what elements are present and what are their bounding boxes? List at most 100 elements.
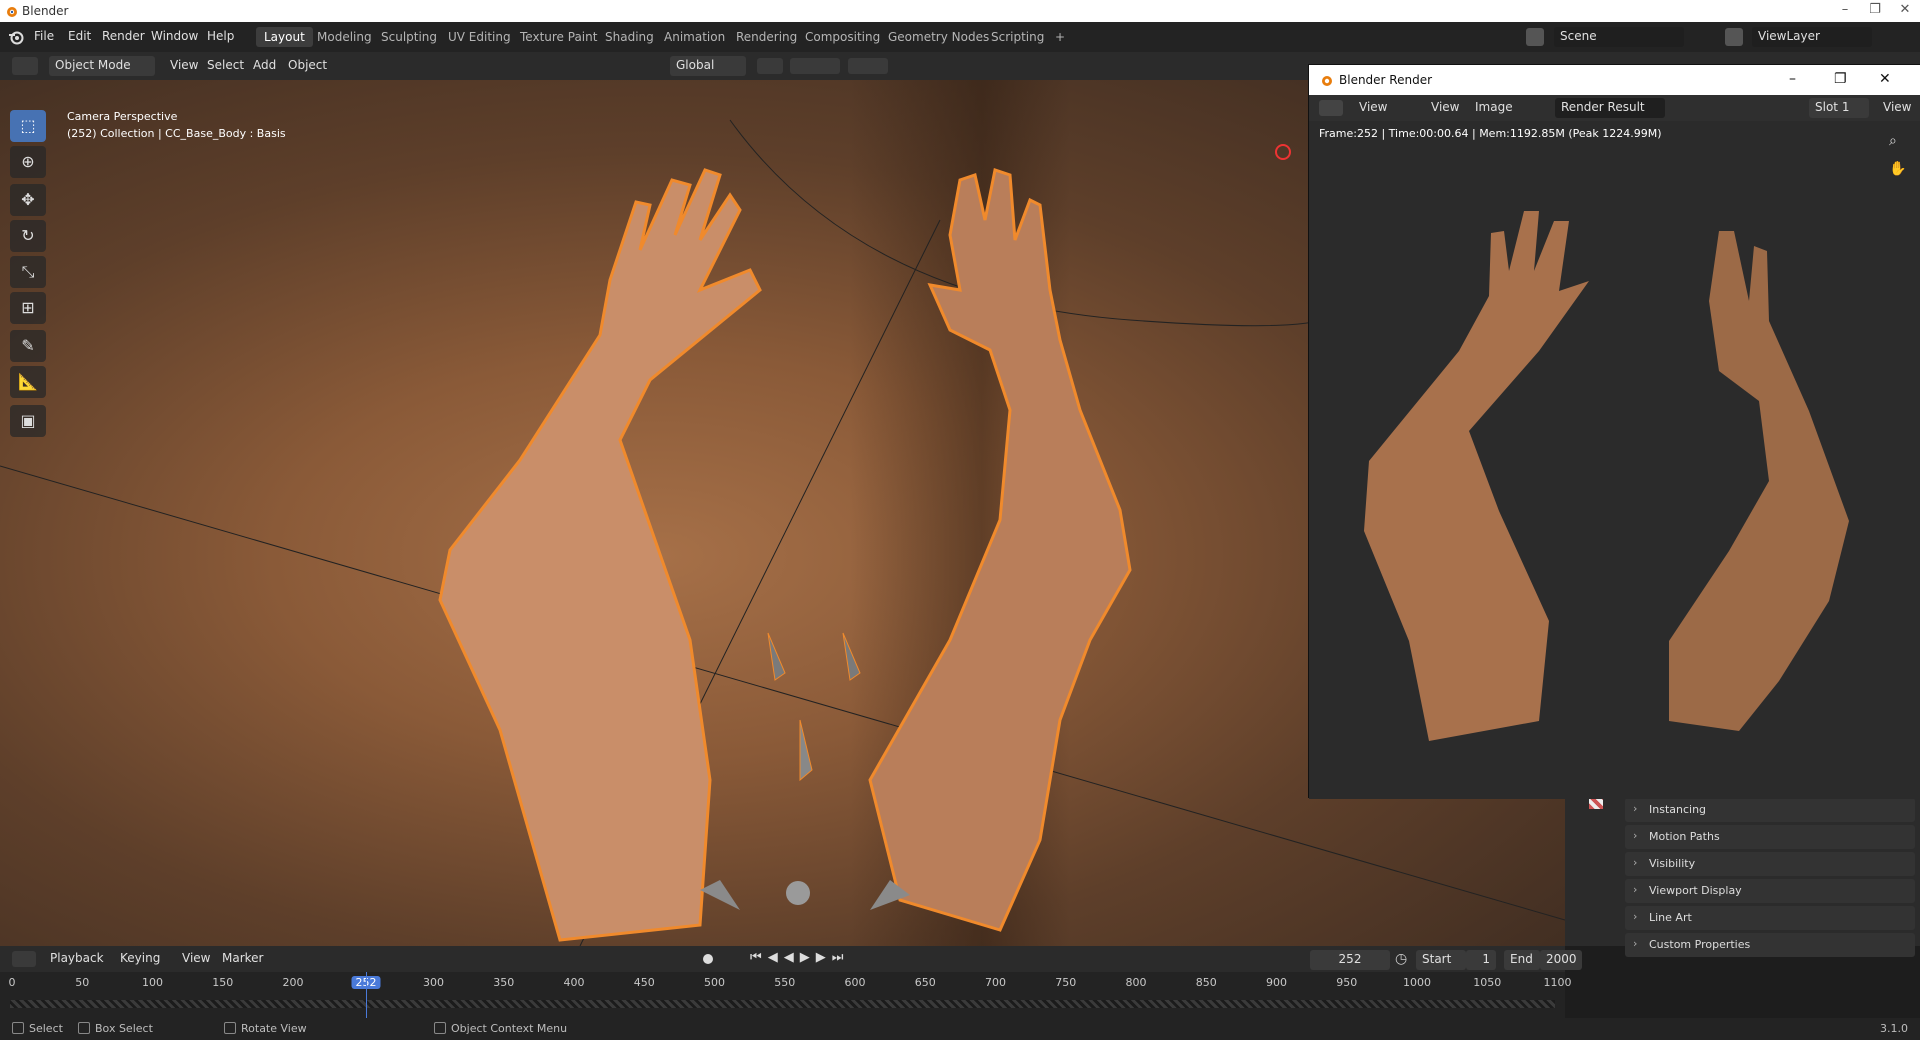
- menu-select[interactable]: Select: [201, 56, 250, 76]
- window-title: Blender: [22, 4, 69, 18]
- timeline-view-menu[interactable]: View: [176, 949, 216, 969]
- render-window[interactable]: Blender Render – ❐ ✕ View View Image Ren…: [1308, 64, 1920, 799]
- mouse-right-icon: [434, 1022, 446, 1034]
- measure-icon[interactable]: 📐: [10, 366, 46, 398]
- timeline-strip[interactable]: 0501001502002523003504004505005506006507…: [0, 972, 1572, 1018]
- pan-hand-icon[interactable]: ✋: [1889, 161, 1906, 177]
- panel-viewport-display[interactable]: › Viewport Display: [1625, 879, 1915, 903]
- menu-window[interactable]: Window: [151, 29, 198, 43]
- blender-menu-icon[interactable]: [8, 29, 24, 45]
- proportional-edit-icon[interactable]: [848, 58, 888, 74]
- tab-texture-paint[interactable]: Texture Paint: [512, 27, 605, 47]
- cursor-icon[interactable]: ⊕: [10, 146, 46, 178]
- render-result-canvas[interactable]: Frame:252 | Time:00:00.64 | Mem:1192.85M…: [1309, 121, 1920, 799]
- scale-icon[interactable]: ⤡: [10, 256, 46, 288]
- frame-tick-label: 650: [914, 976, 936, 989]
- add-workspace-button[interactable]: +: [1047, 27, 1073, 47]
- playhead[interactable]: [366, 972, 367, 1018]
- timeline-header: Playback Keying View Marker ⏮◀◀▶▶⏭ 252 ◷…: [0, 946, 1582, 972]
- version-label: 3.1.0: [1880, 1022, 1908, 1035]
- annotate-icon[interactable]: ✎: [10, 330, 46, 362]
- tab-uv-editing[interactable]: UV Editing: [440, 27, 519, 47]
- editor-type-icon[interactable]: [1319, 100, 1343, 116]
- top-menubar: File Edit Render Window Help Layout Mode…: [0, 22, 1920, 52]
- render-minimize-button[interactable]: –: [1789, 71, 1796, 87]
- menu-edit[interactable]: Edit: [68, 29, 91, 43]
- blender-logo-icon: [1322, 76, 1332, 86]
- move-icon[interactable]: ✥: [10, 184, 46, 216]
- frame-tick-label: 750: [1055, 976, 1077, 989]
- image-editor-header: View View Image Render Result Slot 1 Vie…: [1309, 95, 1920, 121]
- panel-line-art[interactable]: › Line Art: [1625, 906, 1915, 930]
- render-image: [1364, 211, 1849, 741]
- maximize-button[interactable]: ❐: [1860, 2, 1890, 20]
- image-name-field[interactable]: Render Result: [1555, 98, 1665, 118]
- tab-sculpting[interactable]: Sculpting: [373, 27, 445, 47]
- render-maximize-button[interactable]: ❐: [1834, 71, 1847, 87]
- panel-motion-paths[interactable]: › Motion Paths: [1625, 825, 1915, 849]
- select-box-icon[interactable]: ⬚: [10, 110, 46, 142]
- left-arm-mesh[interactable]: [438, 168, 762, 942]
- light-gizmo-icon[interactable]: [1275, 144, 1291, 160]
- collection-label: (252) Collection | CC_Base_Body : Basis: [67, 127, 286, 140]
- menu-file[interactable]: File: [34, 29, 54, 43]
- timeline-playback-menu[interactable]: Playback: [44, 949, 110, 969]
- render-window-title: Blender Render: [1339, 73, 1433, 87]
- slot-dropdown[interactable]: Slot 1: [1809, 98, 1869, 118]
- zoom-icon[interactable]: ⌕: [1889, 133, 1897, 149]
- menu-help[interactable]: Help: [207, 29, 234, 43]
- add-cube-icon[interactable]: ▣: [10, 405, 46, 437]
- start-label: Start: [1416, 950, 1466, 970]
- end-frame-field[interactable]: 2000: [1540, 950, 1582, 970]
- keyframe-track[interactable]: [10, 1000, 1555, 1008]
- editor-type-icon[interactable]: [12, 951, 36, 967]
- start-frame-field[interactable]: 1: [1466, 950, 1496, 970]
- render-close-button[interactable]: ✕: [1879, 71, 1891, 87]
- render-menu-view[interactable]: View: [1425, 98, 1465, 118]
- frame-tick-label: 200: [282, 976, 304, 989]
- timeline-keying-menu[interactable]: Keying: [114, 949, 166, 969]
- menu-add[interactable]: Add: [247, 56, 282, 76]
- tab-compositing[interactable]: Compositing: [797, 27, 888, 47]
- menu-object[interactable]: Object: [282, 56, 333, 76]
- current-frame-field[interactable]: 252: [1310, 950, 1390, 970]
- status-select: Select: [12, 1022, 63, 1035]
- tab-modeling[interactable]: Modeling: [309, 27, 380, 47]
- frame-tick-label: 600: [844, 976, 866, 989]
- panel-visibility[interactable]: › Visibility: [1625, 852, 1915, 876]
- tab-shading[interactable]: Shading: [597, 27, 662, 47]
- tab-animation[interactable]: Animation: [656, 27, 733, 47]
- render-view-right[interactable]: View: [1877, 98, 1917, 118]
- close-button[interactable]: ✕: [1890, 2, 1920, 20]
- menu-render[interactable]: Render: [102, 29, 145, 43]
- right-arm-mesh[interactable]: [868, 168, 1132, 932]
- view-layer-field[interactable]: ViewLayer: [1752, 27, 1872, 47]
- transform-icon[interactable]: ⊞: [10, 292, 46, 324]
- minimize-button[interactable]: –: [1830, 2, 1860, 20]
- panel-custom-properties[interactable]: › Custom Properties: [1625, 933, 1915, 957]
- timeline-marker-menu[interactable]: Marker: [216, 949, 269, 969]
- record-icon[interactable]: [703, 954, 713, 964]
- mouse-left-icon: [12, 1022, 24, 1034]
- tab-scripting[interactable]: Scripting: [983, 27, 1052, 47]
- scene-name-field[interactable]: Scene: [1554, 27, 1684, 47]
- panel-instancing[interactable]: › Instancing: [1625, 798, 1915, 822]
- rotate-icon[interactable]: ↻: [10, 220, 46, 252]
- view-layer-icon[interactable]: [1725, 28, 1743, 46]
- chevron-right-icon: ›: [1633, 883, 1638, 896]
- orientation-dropdown[interactable]: Global: [670, 56, 746, 76]
- editor-type-icon[interactable]: [12, 57, 38, 75]
- pivot-icon[interactable]: [757, 58, 783, 74]
- snap-icon[interactable]: [790, 58, 840, 74]
- playback-controls[interactable]: ⏮◀◀▶▶⏭: [750, 950, 849, 965]
- scene-selector-icon[interactable]: [1526, 28, 1544, 46]
- render-view-mode-dropdown[interactable]: View: [1353, 98, 1393, 118]
- render-menu-image[interactable]: Image: [1469, 98, 1519, 118]
- tab-layout[interactable]: Layout: [256, 27, 313, 47]
- tab-rendering[interactable]: Rendering: [728, 27, 805, 47]
- menu-view[interactable]: View: [164, 56, 204, 76]
- tab-geometry-nodes[interactable]: Geometry Nodes: [880, 27, 997, 47]
- frame-tick-label: 400: [563, 976, 585, 989]
- object-mode-dropdown[interactable]: Object Mode: [49, 56, 155, 76]
- frame-tick-label: 550: [774, 976, 796, 989]
